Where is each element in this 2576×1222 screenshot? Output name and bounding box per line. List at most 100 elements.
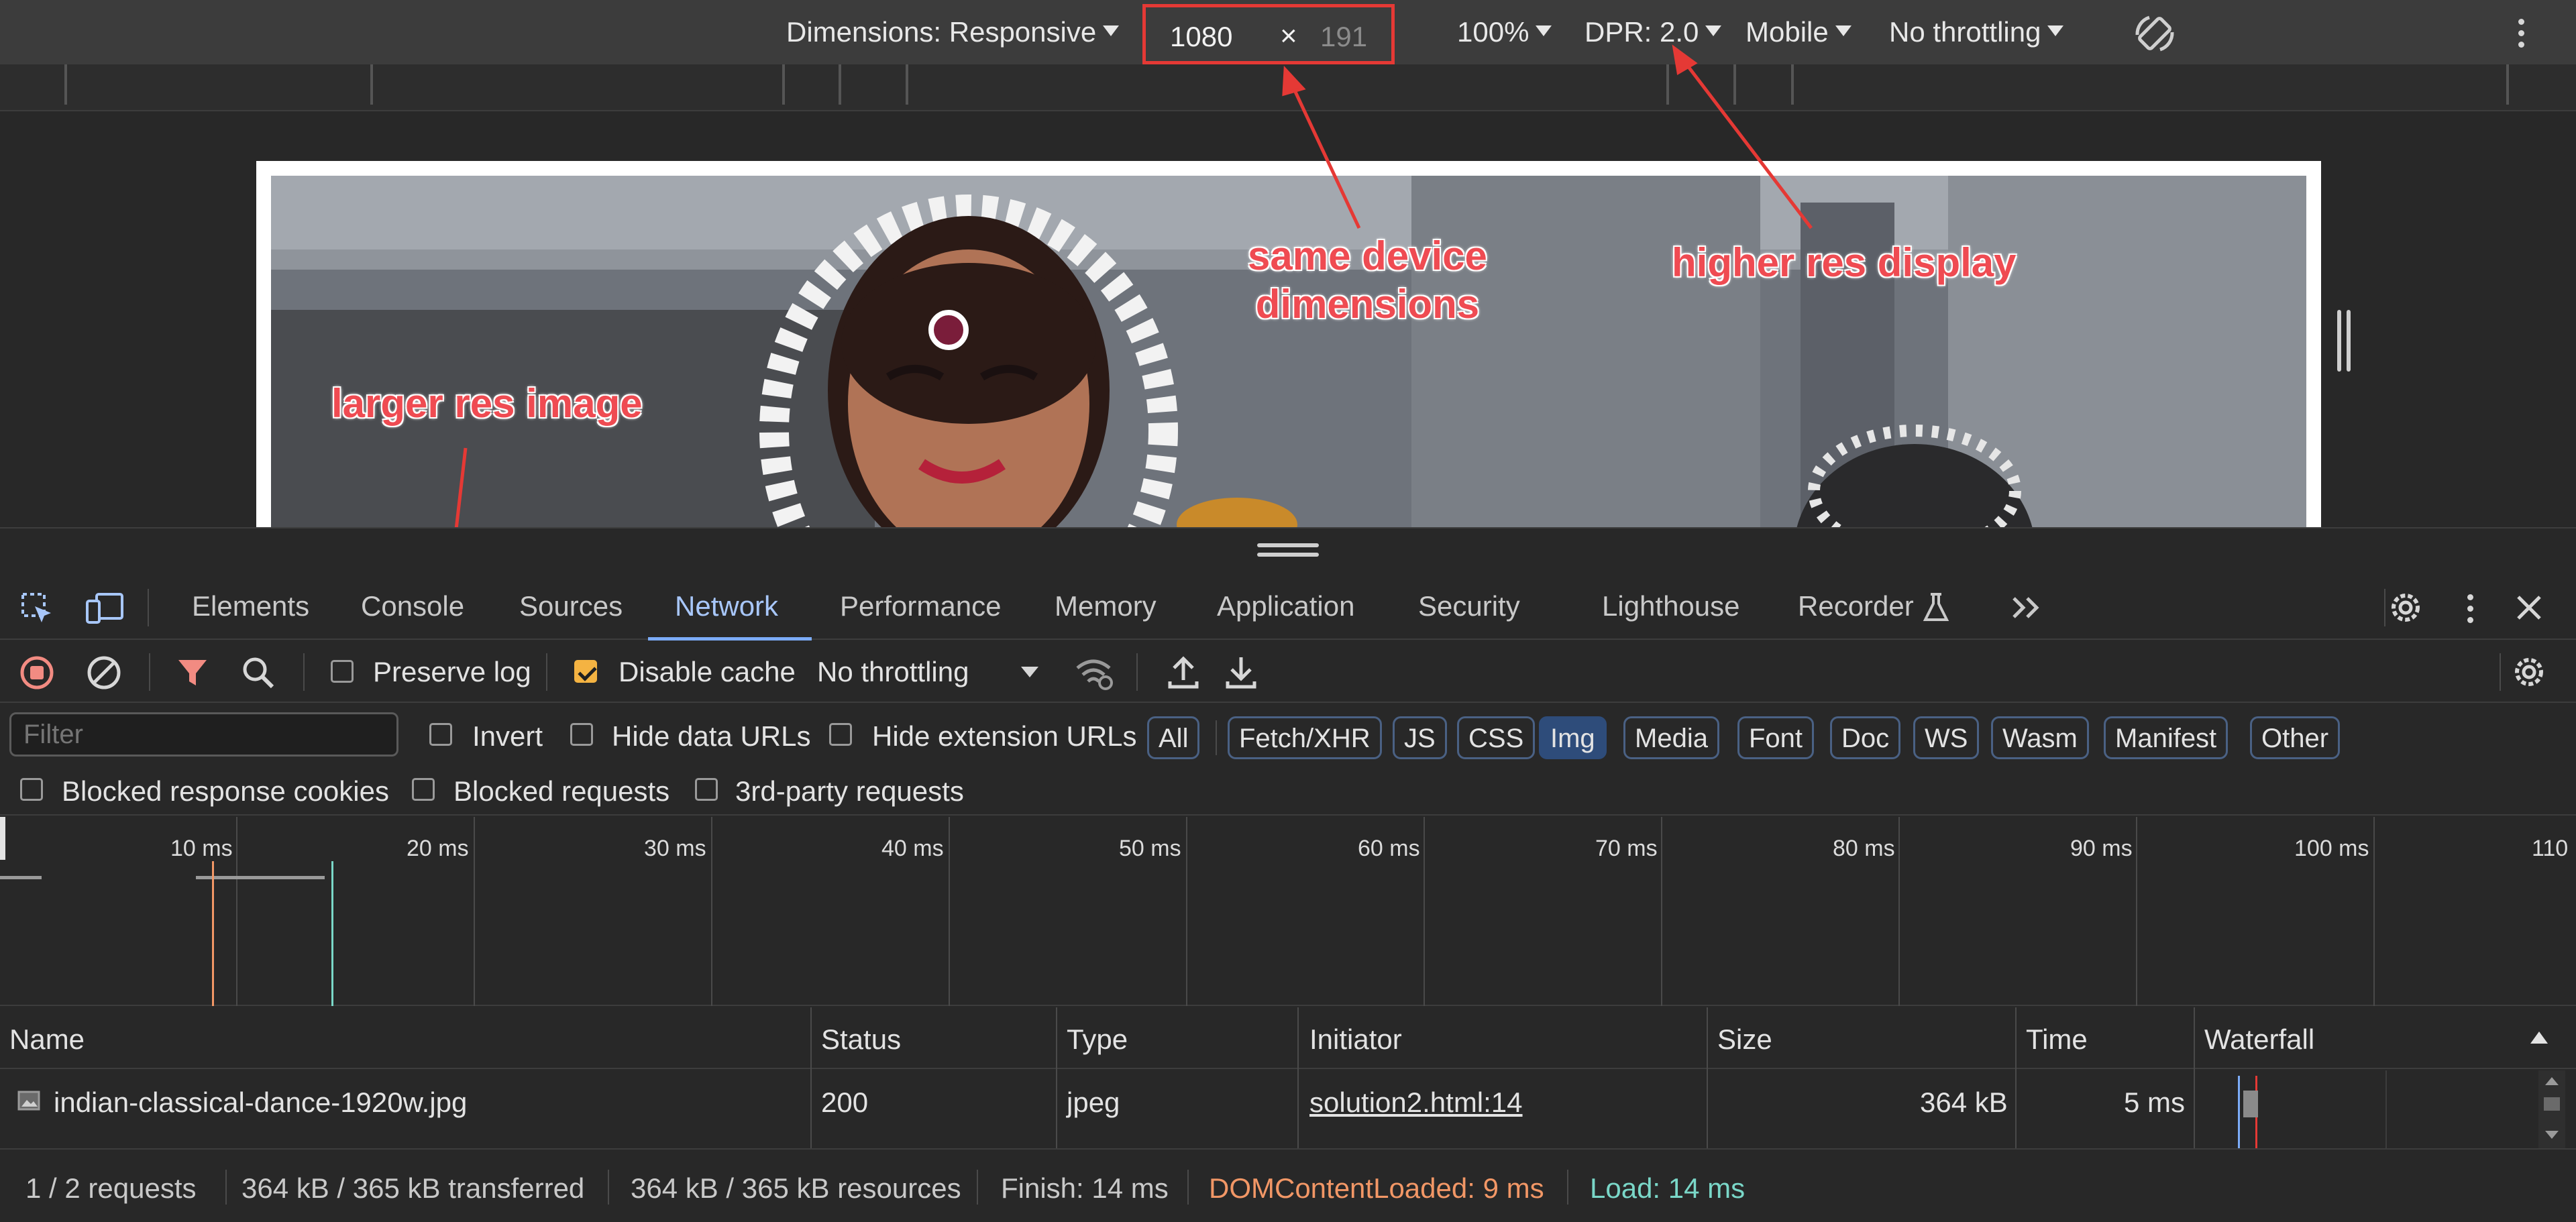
tab-recorder[interactable]: Recorder: [1798, 590, 1914, 622]
preserve-log-checkbox[interactable]: [331, 660, 354, 683]
scroll-up-icon[interactable]: [2544, 1076, 2560, 1087]
overview-bar: [196, 876, 325, 879]
status-transferred: 364 kB / 365 kB transferred: [241, 1172, 585, 1204]
clear-icon[interactable]: [86, 655, 122, 691]
column-type[interactable]: Type: [1067, 1023, 1128, 1056]
chevron-down-icon[interactable]: [1020, 665, 1040, 679]
settings-icon[interactable]: [2387, 589, 2424, 626]
preserve-log-label: Preserve log: [373, 656, 531, 687]
scroll-down-icon[interactable]: [2544, 1129, 2560, 1140]
network-toolbar: Preserve log Disable cache No throttling: [0, 641, 2576, 703]
type-filter-all[interactable]: All: [1147, 716, 1200, 759]
tab-application[interactable]: Application: [1217, 590, 1354, 622]
type-filter-ws[interactable]: WS: [1913, 716, 1980, 759]
type-filter-fetch-xhr[interactable]: Fetch/XHR: [1228, 716, 1382, 759]
network-throttling-select[interactable]: No throttling: [817, 656, 969, 688]
inspect-icon[interactable]: [19, 590, 56, 628]
table-row[interactable]: indian-classical-dance-1920w.jpg 200 jpe…: [0, 1070, 2576, 1150]
invert-label: Invert: [472, 720, 543, 752]
blocked-cookies-checkbox[interactable]: [20, 778, 43, 801]
overview-tick: 90 ms: [2070, 836, 2133, 861]
kebab-icon[interactable]: [2466, 594, 2474, 624]
devtools-panel: Elements Console Sources Network Perform…: [0, 527, 2576, 1222]
request-initiator-link[interactable]: solution2.html:14: [1309, 1087, 1523, 1119]
blocked-cookies-label: Blocked response cookies: [62, 775, 389, 807]
type-filter-wasm[interactable]: Wasm: [1991, 716, 2089, 759]
request-name: indian-classical-dance-1920w.jpg: [54, 1087, 468, 1118]
requests-table-header: Name Status Type Initiator Size Time Wat…: [0, 1007, 2576, 1069]
type-filter-other[interactable]: Other: [2250, 716, 2341, 759]
third-party-label: 3rd-party requests: [735, 775, 964, 807]
type-filter-media[interactable]: Media: [1623, 716, 1719, 759]
column-size[interactable]: Size: [1717, 1023, 1772, 1056]
devtools-drag-handle[interactable]: [1257, 543, 1319, 558]
invert-checkbox[interactable]: [429, 723, 452, 746]
column-waterfall[interactable]: Waterfall: [2204, 1023, 2314, 1056]
upload-icon[interactable]: [1166, 655, 1201, 691]
overview-tick: 40 ms: [881, 836, 944, 861]
sort-up-icon[interactable]: [2529, 1030, 2549, 1045]
status-resources: 364 kB / 365 kB resources: [631, 1172, 961, 1204]
type-filter-img[interactable]: Img: [1539, 716, 1607, 759]
record-icon[interactable]: [19, 655, 55, 691]
overview-tick: 20 ms: [407, 836, 469, 861]
filter-row-2: Blocked response cookies Blocked request…: [0, 763, 2576, 816]
search-icon[interactable]: [240, 655, 276, 691]
request-status: 200: [821, 1087, 869, 1118]
tab-network[interactable]: Network: [675, 590, 778, 622]
type-filter-js[interactable]: JS: [1393, 716, 1447, 759]
close-icon[interactable]: [2513, 592, 2545, 624]
overview-tick: 110: [2532, 836, 2569, 861]
network-status-bar: 1 / 2 requests 364 kB / 365 kB transferr…: [0, 1151, 2576, 1222]
download-icon[interactable]: [1224, 655, 1258, 691]
blocked-requests-checkbox[interactable]: [412, 778, 435, 801]
overview-bar: [0, 876, 42, 879]
overview-tick: 100 ms: [2294, 836, 2369, 861]
status-load: Load: 14 ms: [1590, 1172, 1746, 1204]
tab-elements[interactable]: Elements: [192, 590, 309, 622]
column-time[interactable]: Time: [2026, 1023, 2088, 1056]
request-time: 5 ms: [2124, 1087, 2186, 1118]
device-icon[interactable]: [85, 590, 125, 628]
hide-extension-urls-checkbox[interactable]: [829, 723, 852, 746]
status-finish: Finish: 14 ms: [1001, 1172, 1169, 1204]
tab-security[interactable]: Security: [1418, 590, 1520, 622]
network-overview: 10 ms 20 ms 30 ms 40 ms 50 ms 60 ms 70 m…: [0, 817, 2576, 1006]
waterfall-dom-line: [2238, 1076, 2240, 1148]
filter-row: Invert Hide data URLs Hide extension URL…: [0, 704, 2576, 763]
filter-icon[interactable]: [176, 656, 209, 689]
overview-tick: 30 ms: [644, 836, 706, 861]
request-type: jpeg: [1067, 1087, 1120, 1118]
tab-memory[interactable]: Memory: [1055, 590, 1157, 622]
hide-data-urls-checkbox[interactable]: [570, 723, 593, 746]
filter-input[interactable]: [9, 712, 398, 757]
column-initiator[interactable]: Initiator: [1309, 1023, 1402, 1056]
image-file-icon: [17, 1091, 40, 1111]
type-filter-manifest[interactable]: Manifest: [2104, 716, 2229, 759]
overview-tick: 70 ms: [1595, 836, 1658, 861]
network-settings-icon[interactable]: [2510, 653, 2548, 691]
request-size: 364 kB: [1920, 1087, 2008, 1118]
column-status[interactable]: Status: [821, 1023, 901, 1056]
disable-cache-checkbox[interactable]: [574, 660, 597, 683]
type-filter-css[interactable]: CSS: [1457, 716, 1536, 759]
blocked-requests-label: Blocked requests: [453, 775, 670, 807]
tab-console[interactable]: Console: [361, 590, 464, 622]
status-dom-content-loaded: DOMContentLoaded: 9 ms: [1209, 1172, 1544, 1204]
table-scrollbar[interactable]: [2538, 1070, 2565, 1148]
wifi-icon[interactable]: [1073, 653, 1115, 691]
type-filter-doc[interactable]: Doc: [1830, 716, 1901, 759]
type-filter-font[interactable]: Font: [1737, 716, 1815, 759]
column-name[interactable]: Name: [9, 1023, 85, 1056]
tab-performance[interactable]: Performance: [840, 590, 1001, 622]
third-party-checkbox[interactable]: [695, 778, 718, 801]
tab-sources[interactable]: Sources: [519, 590, 623, 622]
status-requests: 1 / 2 requests: [25, 1172, 197, 1204]
load-marker: [331, 861, 333, 1006]
active-tab-underline: [648, 637, 812, 641]
overview-tick: 50 ms: [1119, 836, 1181, 861]
waterfall-bar: [2243, 1091, 2258, 1117]
more-tabs-icon[interactable]: [2010, 594, 2043, 621]
tab-lighthouse[interactable]: Lighthouse: [1602, 590, 1740, 622]
hide-data-urls-label: Hide data URLs: [612, 720, 811, 752]
